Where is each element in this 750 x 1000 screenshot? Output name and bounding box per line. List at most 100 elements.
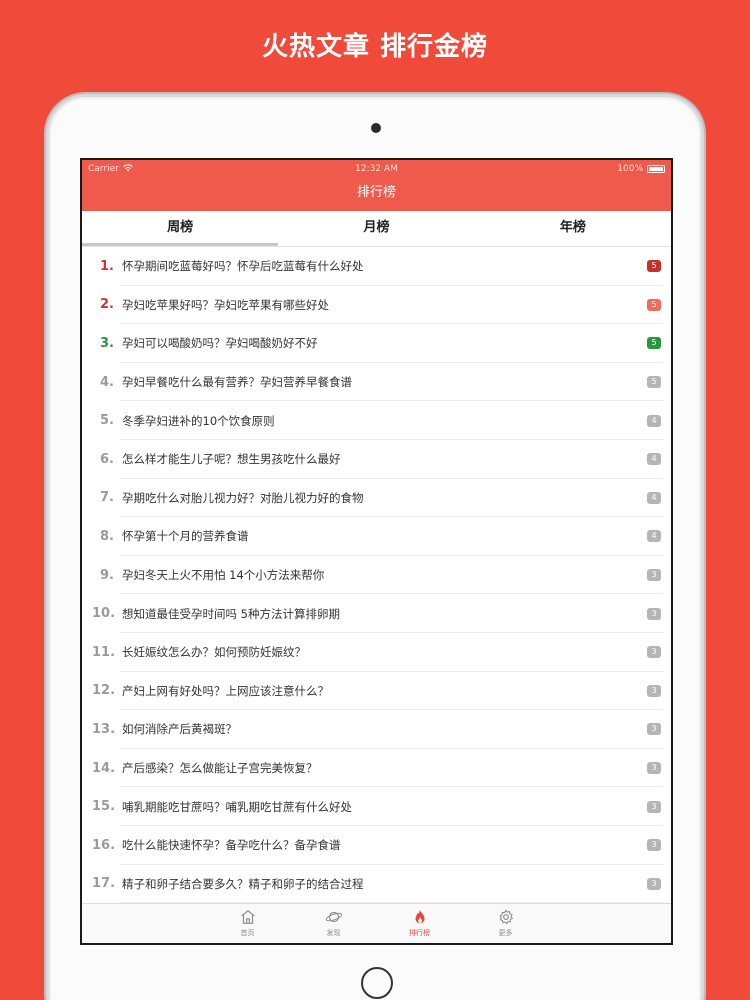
list-item[interactable]: 2. 孕妇吃苹果好吗？孕妇吃苹果有哪些好处 5 xyxy=(82,286,671,325)
tabbar-ranking-label: 排行榜 xyxy=(409,929,430,937)
rank-number: 16. xyxy=(92,837,116,853)
article-title: 怎么样才能生儿子呢？想生男孩吃什么最好 xyxy=(122,452,341,467)
promo-headline: 火热文章 排行金榜 xyxy=(261,32,489,62)
count-badge: 5 xyxy=(647,298,661,311)
count-badge: 3 xyxy=(647,569,661,582)
navigation-bar: Carrier 12:32 AM 100% 排行榜 xyxy=(82,160,671,211)
article-title: 如何消除产后黄褐斑？ xyxy=(122,722,237,737)
carrier-info: Carrier xyxy=(88,163,133,175)
rank-number: 7. xyxy=(100,490,114,506)
tab-yearly[interactable]: 年榜 xyxy=(475,211,671,246)
list-item[interactable]: 3. 孕妇可以喝酸奶吗？孕妇喝酸奶好不好 5 xyxy=(82,324,671,363)
rank-number: 3. xyxy=(100,335,114,351)
count-badge: 3 xyxy=(647,607,661,620)
rank-number: 13. xyxy=(92,721,116,737)
rank-number: 4. xyxy=(100,374,114,390)
count-badge: 4 xyxy=(647,530,661,543)
list-item[interactable]: 4. 孕妇早餐吃什么最有营养？孕妇营养早餐食谱 5 xyxy=(82,363,671,402)
ranking-period-tabs: 周榜 月榜 年榜 xyxy=(82,211,671,247)
rank-number: 9. xyxy=(100,567,114,583)
list-item[interactable]: 17. 精子和卵子结合要多久？精子和卵子的结合过程 3 xyxy=(82,865,671,904)
rank-number: 15. xyxy=(92,799,116,815)
home-icon xyxy=(240,909,255,924)
count-badge: 3 xyxy=(647,684,661,697)
rank-number: 5. xyxy=(100,413,114,429)
list-item[interactable]: 16. 吃什么能快速怀孕？备孕吃什么？备孕食谱 3 xyxy=(82,826,671,865)
list-item[interactable]: 7. 孕期吃什么对胎儿视力好？对胎儿视力好的食物 4 xyxy=(82,479,671,518)
count-badge: 4 xyxy=(647,491,661,504)
count-badge: 3 xyxy=(647,877,661,890)
carrier-label: Carrier xyxy=(88,164,119,174)
flame-icon xyxy=(415,909,424,924)
tabbar-ranking[interactable]: 排行榜 xyxy=(400,908,440,943)
page-title: 排行榜 xyxy=(356,185,396,200)
tabbar-discover[interactable]: 发现 xyxy=(314,908,354,943)
count-badge: 3 xyxy=(647,839,661,852)
rank-number: 8. xyxy=(100,528,114,544)
list-item[interactable]: 6. 怎么样才能生儿子呢？想生男孩吃什么最好 4 xyxy=(82,440,671,479)
article-title: 想知道最佳受孕时间吗 5种方法计算排卵期 xyxy=(122,606,340,621)
wifi-icon xyxy=(122,163,133,175)
battery-icon xyxy=(647,165,665,173)
gear-icon xyxy=(499,909,513,925)
article-title: 吃什么能快速怀孕？备孕吃什么？备孕食谱 xyxy=(122,838,341,853)
tabbar-home-label: 首页 xyxy=(240,929,255,937)
count-badge: 5 xyxy=(647,260,661,273)
list-item[interactable]: 1. 怀孕期间吃蓝莓好吗？怀孕后吃蓝莓有什么好处 5 xyxy=(82,247,671,286)
rank-number: 2. xyxy=(100,297,114,313)
tabbar-more-label: 更多 xyxy=(498,929,513,937)
count-badge: 3 xyxy=(647,800,661,813)
list-item[interactable]: 8. 怀孕第十个月的营养食谱 4 xyxy=(82,517,671,556)
battery-info: 100% xyxy=(617,164,665,174)
count-badge: 4 xyxy=(647,453,661,466)
bottom-tab-bar: 首页 发现 排行榜 更多 xyxy=(82,903,671,943)
tab-weekly[interactable]: 周榜 xyxy=(82,211,279,246)
status-time: 12:32 AM xyxy=(355,164,398,174)
list-item[interactable]: 5. 冬季孕妇进补的10个饮食原则 4 xyxy=(82,401,671,440)
article-title: 精子和卵子结合要多久？精子和卵子的结合过程 xyxy=(122,876,364,891)
count-badge: 3 xyxy=(647,646,661,659)
article-ranking-list: 1. 怀孕期间吃蓝莓好吗？怀孕后吃蓝莓有什么好处 5 2. 孕妇吃苹果好吗？孕妇吃苹果… xyxy=(82,247,671,903)
list-item[interactable]: 15. 哺乳期能吃甘蔗吗？哺乳期吃甘蔗有什么好处 3 xyxy=(82,787,671,826)
count-badge: 4 xyxy=(647,414,661,427)
rank-number: 14. xyxy=(92,760,116,776)
list-item[interactable]: 14. 产后感染？怎么做能让子宫完美恢复？ 3 xyxy=(82,749,671,788)
battery-percent: 100% xyxy=(617,164,643,174)
list-item[interactable]: 12. 产妇上网有好处吗？上网应该注意什么？ 3 xyxy=(82,672,671,711)
status-bar: Carrier 12:32 AM 100% xyxy=(82,160,671,178)
article-title: 怀孕第十个月的营养食谱 xyxy=(122,529,249,544)
list-item[interactable]: 11. 长妊娠纹怎么办？如何预防妊娠纹？ 3 xyxy=(82,633,671,672)
rank-number: 17. xyxy=(92,876,116,892)
camera-dot xyxy=(371,123,381,133)
article-title: 孕妇可以喝酸奶吗？孕妇喝酸奶好不好 xyxy=(122,336,318,351)
count-badge: 5 xyxy=(647,337,661,350)
article-title: 孕期吃什么对胎儿视力好？对胎儿视力好的食物 xyxy=(122,490,364,505)
article-title: 长妊娠纹怎么办？如何预防妊娠纹？ xyxy=(122,645,306,660)
rank-number: 1. xyxy=(100,258,114,274)
tabbar-more[interactable]: 更多 xyxy=(486,908,526,943)
count-badge: 5 xyxy=(647,376,661,389)
article-title: 孕妇早餐吃什么最有营养？孕妇营养早餐食谱 xyxy=(122,375,352,390)
article-title: 孕妇冬天上火不用怕 14个小方法来帮你 xyxy=(122,568,325,583)
rank-number: 11. xyxy=(92,644,116,660)
rank-number: 12. xyxy=(92,683,116,699)
tab-monthly[interactable]: 月榜 xyxy=(278,211,474,246)
list-item[interactable]: 9. 孕妇冬天上火不用怕 14个小方法来帮你 3 xyxy=(82,556,671,595)
article-title: 产妇上网有好处吗？上网应该注意什么？ xyxy=(122,683,329,698)
article-title: 怀孕期间吃蓝莓好吗？怀孕后吃蓝莓有什么好处 xyxy=(122,259,364,274)
count-badge: 3 xyxy=(647,762,661,775)
ipad-home-button[interactable] xyxy=(361,967,393,999)
article-title: 孕妇吃苹果好吗？孕妇吃苹果有哪些好处 xyxy=(122,297,329,312)
count-badge: 3 xyxy=(647,723,661,736)
article-title: 哺乳期能吃甘蔗吗？哺乳期吃甘蔗有什么好处 xyxy=(122,799,352,814)
list-item[interactable]: 13. 如何消除产后黄褐斑？ 3 xyxy=(82,710,671,749)
rank-number: 10. xyxy=(92,606,116,622)
ipad-frame: Carrier 12:32 AM 100% 排行榜 周榜 月榜 年榜 1. 怀孕期… xyxy=(46,94,704,1000)
article-title: 冬季孕妇进补的10个饮食原则 xyxy=(122,413,275,428)
app-screen: Carrier 12:32 AM 100% 排行榜 周榜 月榜 年榜 1. 怀孕期… xyxy=(80,158,673,945)
planet-icon xyxy=(325,911,342,923)
list-item[interactable]: 10. 想知道最佳受孕时间吗 5种方法计算排卵期 3 xyxy=(82,594,671,633)
tabbar-discover-label: 发现 xyxy=(326,929,341,937)
tabbar-home[interactable]: 首页 xyxy=(228,908,268,943)
article-title: 产后感染？怎么做能让子宫完美恢复？ xyxy=(122,761,318,776)
